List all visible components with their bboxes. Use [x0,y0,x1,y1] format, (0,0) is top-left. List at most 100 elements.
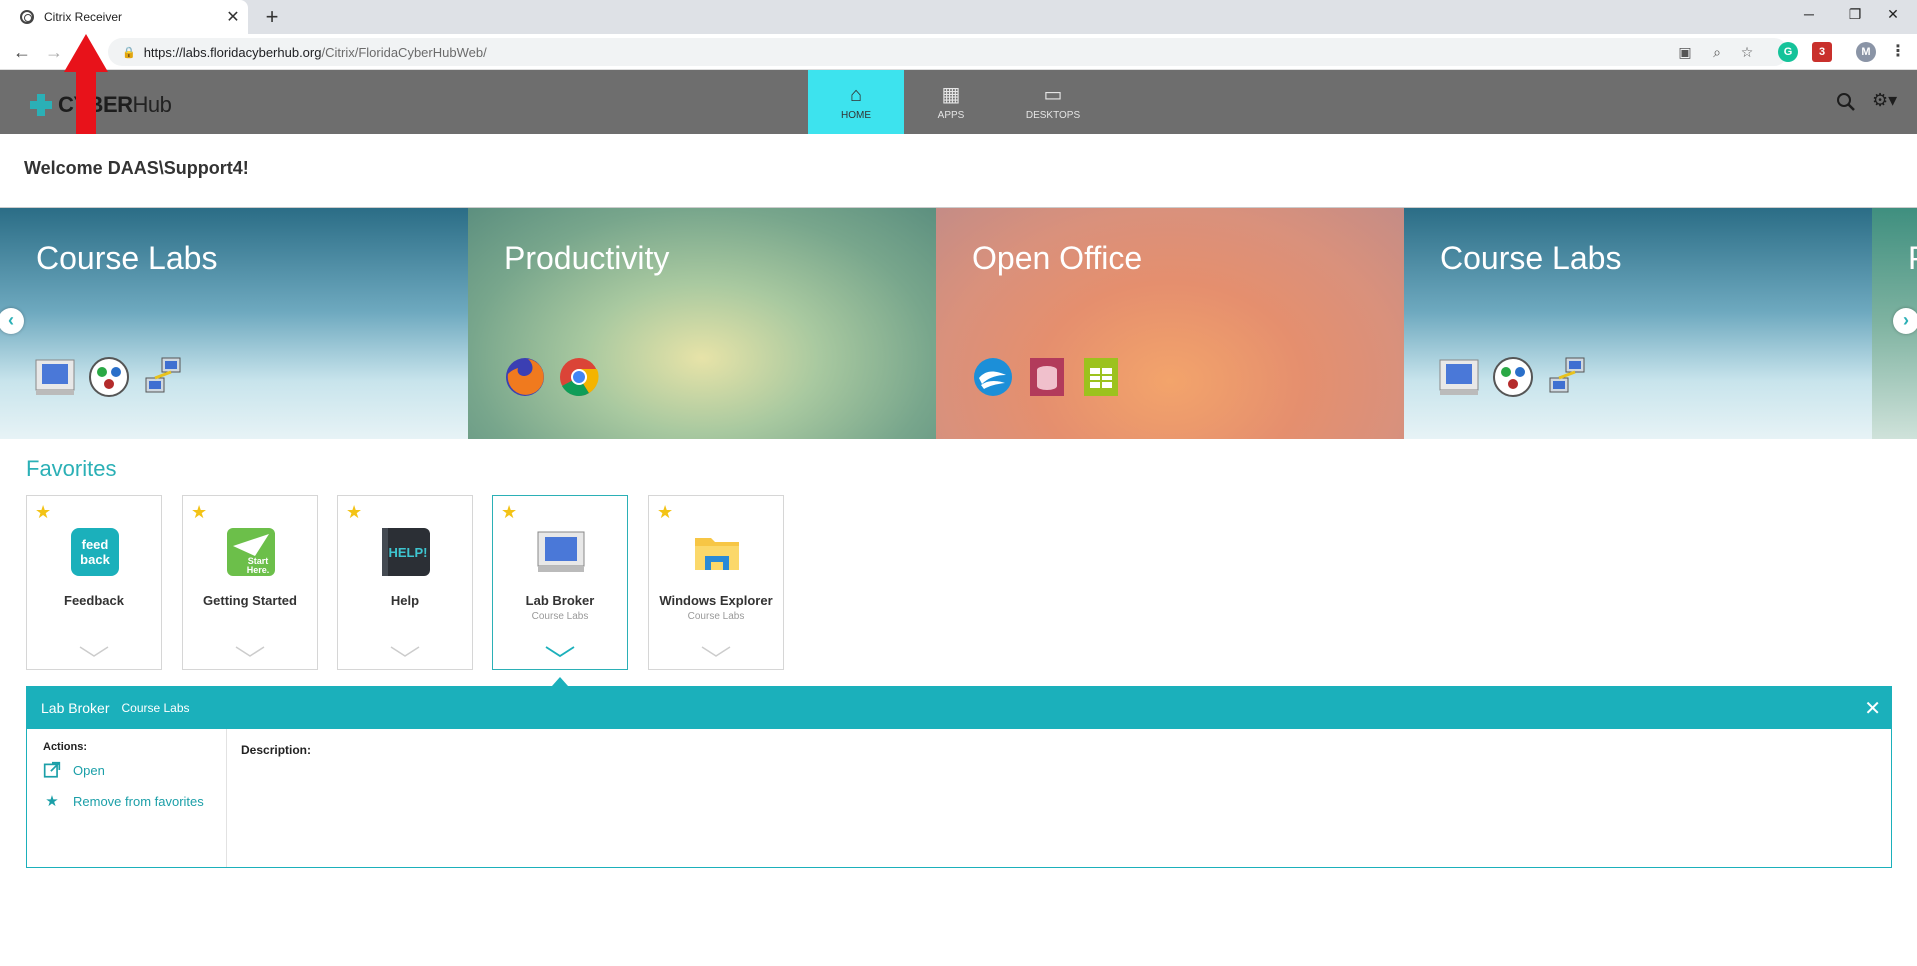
tab-home[interactable]: ⌂ HOME [808,70,904,134]
bookmark-star-icon[interactable]: ☆ [1736,38,1758,66]
close-icon[interactable]: ✕ [1864,696,1881,721]
profile-avatar[interactable]: M [1856,42,1876,62]
extension-badge-icon[interactable]: 3 [1812,42,1832,62]
slide-title: Course Labs [1440,240,1622,276]
carousel-next-button[interactable]: › [1893,308,1917,334]
tab-apps[interactable]: ▦ APPS [903,70,999,134]
oo-calc-icon [1084,358,1118,396]
favorite-tile-getting-started[interactable]: ★ Start Here. Getting Started [182,495,318,670]
monitor-app-icon [1439,359,1479,395]
feedback-icon: feedback [71,528,119,576]
carousel-slide[interactable]: Course Labs [1404,208,1872,439]
browser-toolbar: ← → 🔒 https://labs.floridacyberhub.org/C… [0,34,1917,70]
favorite-tile-windows-explorer[interactable]: ★ Windows Explorer Course Labs [648,495,784,670]
remove-favorite-action[interactable]: ★ Remove from favorites [43,792,204,810]
tile-name: Windows Explorer [659,593,773,608]
three-dots-app-icon [1493,357,1533,397]
favorite-star-icon[interactable]: ★ [35,502,51,523]
remove-favorite-label: Remove from favorites [73,793,204,809]
monitor-app-icon [537,531,585,572]
monitor-icon: ▭ [1043,83,1063,106]
monitor-app-icon [35,359,75,395]
new-tab-button[interactable]: + [258,4,286,30]
address-bar[interactable]: 🔒 https://labs.floridacyberhub.org/Citri… [108,38,1788,66]
details-header: Lab Broker Course Labs ✕ [27,687,1891,729]
favorite-star-icon[interactable]: ★ [346,502,362,523]
welcome-message: Welcome DAAS\Support4! [24,158,249,178]
svg-text:back: back [80,552,110,567]
tab-title: Citrix Receiver [44,10,123,24]
lock-icon: 🔒 [122,46,136,59]
slide-title: Productivity [504,240,670,276]
app-details-panel: Lab Broker Course Labs ✕ Actions: Open ★… [26,686,1892,868]
slide-title: P [1908,240,1917,277]
browser-tab[interactable]: Citrix Receiver ✕ [0,0,248,34]
favorite-star-icon[interactable]: ★ [501,502,517,523]
star-icon: ★ [45,793,59,810]
tile-name: Getting Started [203,593,297,608]
three-dots-app-icon [89,357,129,397]
carousel-slide[interactable]: Course Labs [0,208,468,439]
tile-category: Course Labs [531,611,589,622]
logo-cross-icon [30,94,52,116]
firefox-icon [506,358,544,396]
carousel-slide[interactable]: Productivity [468,208,936,439]
favorites-heading: Favorites [26,456,117,481]
oo-base-icon [1030,358,1064,396]
svg-text:feed: feed [82,537,109,552]
tile-category: Course Labs [687,611,745,622]
search-icon[interactable] [1836,92,1856,117]
minimize-icon[interactable]: ─ [1786,0,1832,30]
favorite-tile-help[interactable]: ★ HELP! Help [337,495,473,670]
favorite-star-icon[interactable]: ★ [657,502,673,523]
grammarly-extension-icon[interactable]: G [1778,42,1798,62]
tile-name: Lab Broker [525,593,595,608]
url-text: https://labs.floridacyberhub.org/Citrix/… [143,44,487,60]
chevron-down-icon[interactable] [390,646,420,658]
settings-gear-icon[interactable]: ⚙▾ [1872,90,1897,111]
favorite-tile-feedback[interactable]: ★ feed back Feedback [26,495,162,670]
back-icon[interactable]: ← [8,38,36,66]
cast-blocked-icon[interactable]: ▣ [1674,38,1696,66]
category-carousel: Course Labs Productivity Open Office Cou… [0,208,1917,439]
folder-icon [695,538,739,570]
actions-column: Actions: Open ★ Remove from favorites [27,729,227,867]
citrix-favicon-icon [20,10,34,24]
slide-title: Open Office [972,240,1143,276]
open-action[interactable]: Open [43,761,105,779]
help-icon: HELP! [382,528,430,576]
details-pointer [552,677,568,686]
browser-tabstrip: Citrix Receiver ✕ + ─ ❐ ✕ [0,0,1917,34]
description-label: Description: [241,743,312,757]
slide-title: Course Labs [36,240,218,276]
tab-desktops[interactable]: ▭ DESKTOPS [1005,70,1101,134]
home-icon: ⌂ [849,83,863,106]
favorite-tile-lab-broker[interactable]: ★ Lab Broker Course Labs [492,495,628,670]
chevron-down-icon[interactable] [701,646,731,658]
chevron-down-icon[interactable] [79,646,109,658]
details-app-name: Lab Broker [41,700,110,716]
svg-text:Here.: Here. [247,565,270,575]
details-category: Course Labs [121,701,190,715]
chrome-icon [560,358,599,397]
network-app-icon [1549,357,1585,393]
start-here-icon: StartHere. [227,528,275,576]
browser-menu-icon[interactable]: ⋮ [1888,42,1908,62]
openoffice-icon [974,358,1012,396]
open-action-label: Open [73,762,105,778]
open-external-icon [43,761,61,778]
chevron-down-icon[interactable] [235,646,265,658]
window-close-icon[interactable]: ✕ [1870,0,1916,30]
grid-icon: ▦ [941,83,961,106]
chevron-down-icon[interactable] [545,646,575,658]
actions-label: Actions: [43,741,87,753]
annotation-arrow-icon [64,34,108,134]
carousel-slide[interactable]: Open Office [936,208,1404,439]
zoom-icon[interactable]: ⌕ [1706,38,1728,66]
svg-text:HELP!: HELP! [389,545,428,560]
favorite-star-icon[interactable]: ★ [191,502,207,523]
tab-close-icon[interactable]: ✕ [218,7,248,27]
network-app-icon [145,357,181,393]
tile-name: Help [390,593,420,608]
tile-name: Feedback [64,593,124,608]
